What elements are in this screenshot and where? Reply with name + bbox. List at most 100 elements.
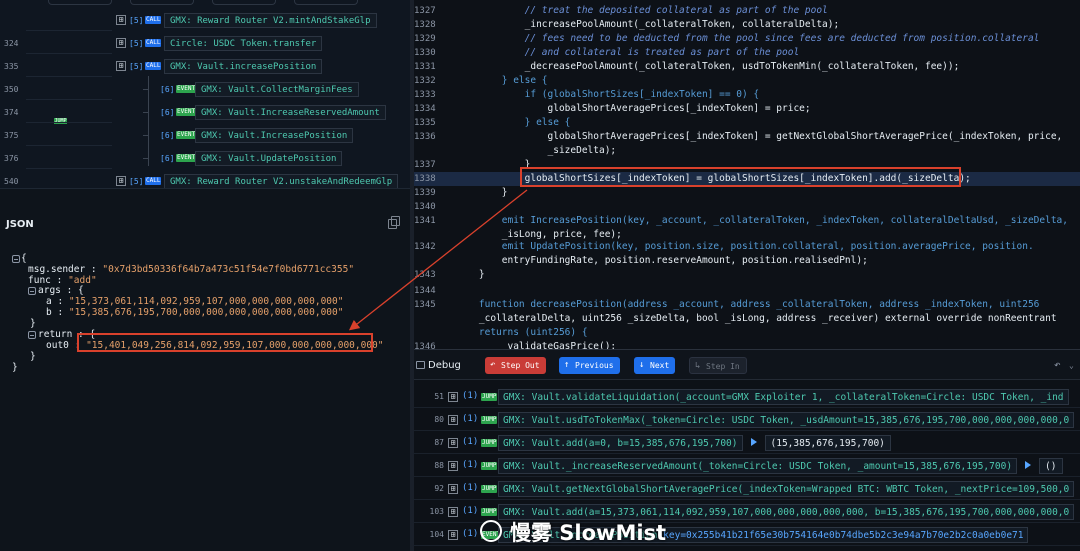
expand-toggle-icon[interactable]: ⊞	[448, 484, 458, 494]
toolbar-tab[interactable]	[48, 0, 112, 5]
expand-toggle-icon[interactable]: ⊞	[116, 61, 126, 71]
line-number: 1333	[414, 90, 436, 100]
arrow-down-icon: ↓	[639, 360, 645, 370]
trace-call[interactable]: GMX: Reward Router V2.unstakeAndRedeemGl…	[164, 174, 399, 188]
trace-call[interactable]: GMX: Reward Router V2.mintAndStakeGlp	[164, 13, 377, 28]
json-title: JSON	[6, 219, 34, 230]
trace-row-rule	[26, 172, 112, 188]
code-line: 1333 if (globalShortSizes[_indexToken] =…	[414, 88, 1080, 102]
debug-row[interactable]: 80 ⊞ (1) JUMP GMX: Vault.usdToTokenMax(_toke…	[414, 409, 1080, 431]
code-line: 1339 }	[414, 186, 1080, 200]
line-number: 1327	[414, 6, 436, 16]
json-key: args	[38, 285, 61, 296]
expand-toggle-icon[interactable]: ⊞	[116, 15, 126, 25]
trace-depth: [6]	[160, 108, 175, 117]
debug-row[interactable]: 88 ⊞ (1) JUMP GMX: Vault._increaseReservedAm…	[414, 455, 1080, 477]
code-text: }	[456, 187, 508, 198]
debug-row[interactable]: 51 ⊞ (1) JUMP GMX: Vault.validateLiquidation…	[414, 386, 1080, 408]
trace-row-number: 376	[4, 154, 19, 163]
previous-label: Previous	[575, 361, 614, 370]
expand-toggle-icon[interactable]: ⊞	[116, 38, 126, 48]
trace-row[interactable]: 375 [6] EVENT GMX: Vault.IncreasePosition	[0, 126, 410, 146]
code-line: 1330 // and collateral is treated as par…	[414, 46, 1080, 60]
code-text: _sizeDelta);	[456, 145, 617, 156]
trace-call[interactable]: GMX: Vault.IncreaseReservedAmount	[195, 105, 386, 120]
step-in-button[interactable]: ↳ Step In	[689, 357, 747, 374]
expand-toggle-icon[interactable]: ⊞	[448, 507, 458, 517]
debug-call[interactable]: GMX: Vault.getNextGlobalShortAveragePric…	[498, 481, 1075, 497]
toolbar-tab[interactable]	[130, 0, 194, 5]
code-text: } else {	[456, 75, 548, 86]
toolbar-tab[interactable]	[212, 0, 276, 5]
watermark-text: 慢雾 SlowMist	[510, 521, 667, 545]
code-text: }	[456, 269, 485, 280]
debug-call[interactable]: GMX: Vault.validateLiquidation(_account=…	[498, 389, 1069, 405]
trace-call[interactable]: GMX: Vault.UpdatePosition	[195, 151, 343, 166]
code-line: 1328 _increasePoolAmount(_collateralToke…	[414, 18, 1080, 32]
collapse-toggle-icon[interactable]	[12, 255, 20, 263]
line-number: 1337	[414, 160, 436, 170]
json-args-row: args : {	[38, 285, 84, 296]
code-text: emit IncreasePosition(key, _account, _co…	[456, 215, 1068, 226]
json-close-brace: }	[30, 351, 36, 362]
next-button[interactable]: ↓ Next	[634, 357, 676, 374]
step-in-label: Step In	[706, 362, 740, 371]
trace-contract: GMX: Reward Router V2	[170, 177, 284, 187]
previous-button[interactable]: ↑ Previous	[559, 357, 620, 374]
code-text: // treat the deposited collateral as par…	[456, 5, 828, 16]
collapse-toggle-icon[interactable]	[28, 287, 36, 295]
trace-contract: GMX: Vault	[201, 85, 256, 95]
tree-connector	[143, 89, 149, 90]
expand-toggle-icon[interactable]: ⊞	[448, 461, 458, 471]
add-call-highlight-box	[520, 167, 961, 187]
debug-tag-badge: JUMP	[481, 462, 498, 470]
trace-row[interactable]: ⊞ [5] CALL GMX: Reward Router V2.mintAndSta…	[0, 11, 410, 31]
trace-row[interactable]: 376 [6] EVENT GMX: Vault.UpdatePosition	[0, 149, 410, 169]
expand-toggle-icon[interactable]: ⊞	[448, 392, 458, 402]
trace-call[interactable]: GMX: Vault.increasePosition	[164, 59, 323, 74]
copy-icon[interactable]	[388, 216, 400, 229]
code-editor: 1327 // treat the deposited collateral a…	[414, 0, 1080, 349]
code-text: entryFundingRate, position.reserveAmount…	[456, 255, 868, 266]
debug-row[interactable]: 87 ⊞ (1) JUMP GMX: Vault.add(a=0, b=15,385,6…	[414, 432, 1080, 454]
trace-call[interactable]: GMX: Vault.IncreasePosition	[195, 128, 354, 143]
debug-return-value: ()	[1039, 458, 1063, 474]
trace-row[interactable]: 335 ⊞ [5] CALL GMX: Vault.increasePosition	[0, 57, 410, 77]
step-out-label: Step Out	[501, 361, 540, 370]
code-text: _increasePoolAmount(_collateralToken, co…	[456, 19, 840, 30]
trace-function: .IncreasePosition	[255, 131, 348, 141]
expand-toggle-icon[interactable]: ⊞	[448, 415, 458, 425]
debug-call[interactable]: GMX: Vault.add(a=0, b=15,385,676,195,700…	[498, 435, 743, 451]
debug-tag-badge: JUMP	[481, 416, 498, 424]
trace-depth: [6]	[160, 131, 175, 140]
trace-row[interactable]: 324 ⊞ [5] CALL Circle: USDC Token.transfer	[0, 34, 410, 54]
trace-row[interactable]: 374 [6] EVENT GMX: Vault.IncreaseReservedAm…	[0, 103, 410, 123]
line-number: 1345	[414, 300, 436, 310]
trace-row-number: 540	[4, 177, 19, 186]
tree-connector	[143, 158, 149, 159]
debug-row[interactable]: 92 ⊞ (1) JUMP GMX: Vault.getNextGlobalShortA…	[414, 478, 1080, 500]
expand-toggle-icon[interactable]: ⊞	[448, 530, 458, 540]
json-a-value: "15,373,061,114,092,959,107,000,000,000,…	[68, 296, 344, 307]
trace-row[interactable]: 540 ⊞ [5] CALL GMX: Reward Router V2.unstake…	[0, 172, 410, 188]
trace-call[interactable]: Circle: USDC Token.transfer	[164, 36, 323, 51]
trace-row[interactable]: 350 [6] EVENT GMX: Vault.CollectMarginFees	[0, 80, 410, 100]
undo-icon[interactable]: ↶	[1054, 358, 1061, 371]
collapse-toggle-icon[interactable]	[28, 331, 36, 339]
json-key: return	[38, 329, 73, 340]
trace-contract: GMX: Vault	[170, 62, 225, 72]
line-number: 1335	[414, 118, 436, 128]
code-text: globalShortAveragePrices[_indexToken] = …	[456, 131, 1063, 142]
expand-toggle-icon[interactable]: ⊞	[116, 176, 126, 186]
chevron-down-icon[interactable]: ⌄	[1069, 361, 1074, 370]
debug-call[interactable]: GMX: Vault._increaseReservedAmount(_toke…	[498, 458, 1018, 474]
code-line: 1343 }	[414, 268, 1080, 282]
toolbar-tab[interactable]	[294, 0, 358, 5]
trace-call[interactable]: GMX: Vault.CollectMarginFees	[195, 82, 359, 97]
expand-toggle-icon[interactable]: ⊞	[448, 438, 458, 448]
step-out-button[interactable]: ↶ Step Out	[485, 357, 546, 374]
trace-row-rule	[26, 126, 112, 146]
debug-call[interactable]: GMX: Vault.usdToTokenMax(_token=Circle: …	[498, 412, 1075, 428]
line-number: 1331	[414, 62, 436, 72]
json-b-row: b : "15,385,676,195,700,000,000,000,000,…	[46, 307, 344, 318]
